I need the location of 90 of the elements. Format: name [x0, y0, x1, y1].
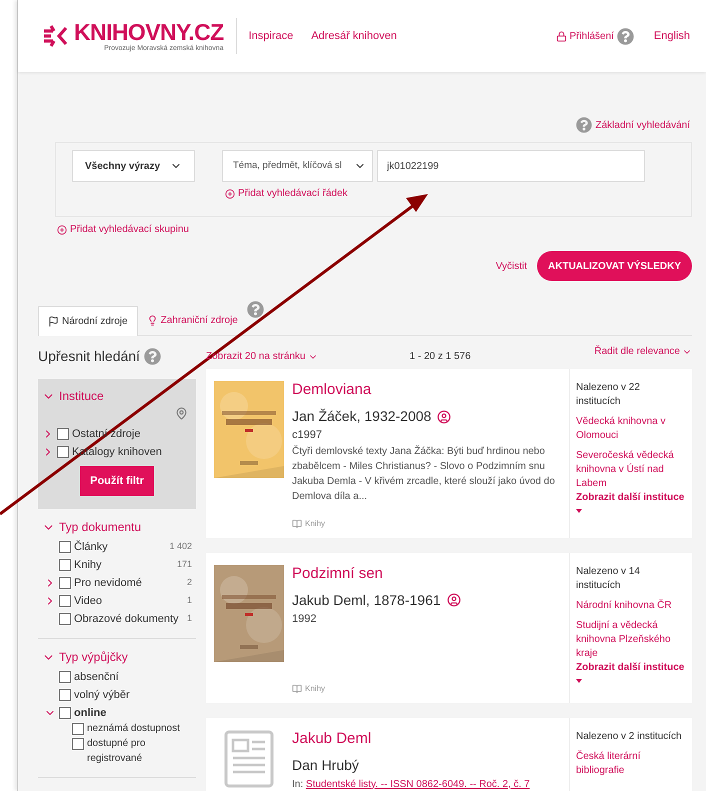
logo-icon — [42, 23, 68, 49]
facet-count: 1 — [186, 594, 192, 608]
facet-count: 1 402 — [169, 540, 192, 554]
checkbox[interactable] — [59, 541, 71, 553]
book-icon — [292, 684, 302, 694]
facet-label[interactable]: Pro nevidomé — [74, 576, 184, 590]
facet-count: 2 — [186, 576, 192, 590]
checkbox[interactable] — [59, 707, 71, 719]
facet-label[interactable]: Video — [74, 594, 184, 608]
found-in-count: Nalezeno v 14 institucích — [576, 564, 641, 592]
document-icon — [224, 730, 274, 788]
facet-title[interactable]: Typ dokumentu — [59, 518, 142, 536]
add-row-link[interactable]: Přidat vyhledávací řádek — [225, 186, 645, 201]
publication-year: c1997 — [292, 428, 323, 443]
facet-title[interactable]: Typ výpůjčky — [59, 648, 128, 666]
checkbox[interactable] — [72, 723, 84, 735]
facet-title[interactable]: Instituce — [59, 387, 104, 405]
plus-circle-icon[interactable] — [225, 188, 235, 198]
source-label: In: — [292, 778, 304, 790]
facet-label[interactable]: Články — [74, 540, 166, 554]
sort-select[interactable]: Řadit dle relevance — [594, 344, 692, 359]
language-link[interactable]: English — [654, 28, 690, 44]
checkbox[interactable] — [59, 613, 71, 625]
checkbox[interactable] — [57, 428, 69, 440]
facet-count: 1 — [186, 612, 192, 626]
facet-label[interactable]: volný výběr — [74, 688, 192, 702]
checkbox[interactable] — [72, 738, 84, 750]
institution-link[interactable]: Severočeská vědecká knihovna v Ústí nad Labem — [576, 449, 686, 491]
institution-link[interactable]: Vědecká knihovna v Olomouci — [576, 415, 686, 443]
add-group-link[interactable]: Přidat vyhledávací skupinu — [57, 222, 189, 237]
match-select[interactable]: Všechny výrazy — [72, 150, 195, 182]
publication-year: 1992 — [292, 612, 318, 626]
nav-link[interactable]: Inspirace — [248, 28, 294, 44]
description: Čtyři demlovské texty Jana Žáčka: Býti buď hrdinou nebo zbabělcem - Miles Christianus? - Slovo o Podzimním snu Jakuba Demla - V křivém zrcadle, které slouží jako úvod do Demlova díla a... — [292, 444, 556, 504]
source-link[interactable]: Studentské listy. -- ISSN 0862-6049. -- Roč. 2, č. 7 — [306, 778, 530, 790]
facet-label[interactable]: Knihy — [74, 558, 174, 572]
found-in-count: Nalezeno v 22 institucích — [576, 381, 641, 409]
result-range: 1 - 20 z 1 576 — [410, 350, 471, 364]
checkbox[interactable] — [57, 446, 69, 458]
result-title[interactable]: Podzimní sen — [292, 564, 563, 582]
source-tab[interactable]: Zahraniční zdroje — [138, 305, 247, 335]
person-icon[interactable] — [437, 410, 452, 424]
checkbox[interactable] — [59, 689, 71, 701]
flag-icon[interactable] — [48, 316, 59, 327]
lock-icon[interactable] — [556, 30, 568, 42]
search-input[interactable]: jk01022199 — [377, 150, 645, 182]
facet-label[interactable]: Obrazové dokumenty — [74, 612, 184, 626]
help-icon[interactable] — [616, 28, 634, 44]
clear-link[interactable]: Vyčistit — [496, 258, 528, 274]
update-results-button[interactable]: AKTUALIZOVAT VÝSLEDKY — [537, 251, 692, 281]
found-in-count: Nalezeno v 2 institucích — [576, 730, 683, 744]
facet-label[interactable]: neznámá dostupnost — [87, 721, 180, 736]
document-type: Knihy — [305, 682, 326, 694]
person-icon[interactable] — [446, 593, 461, 607]
refine-search-heading: Upřesnit hledání — [38, 347, 140, 366]
facet-label[interactable]: dostupné pro registrované — [87, 736, 192, 766]
nav-link[interactable]: Adresář knihoven — [311, 28, 397, 44]
institution-link[interactable]: Studijní a vědecká knihovna Plzeňského kraje — [576, 618, 686, 660]
institution-link[interactable]: Česká literární bibliografie — [576, 750, 686, 778]
help-icon[interactable] — [246, 301, 264, 318]
basic-search-link[interactable]: Základní vyhledávání — [595, 118, 690, 132]
caret-icon[interactable] — [576, 509, 582, 513]
result-title[interactable]: Demloviana — [292, 381, 563, 399]
result-title[interactable]: Jakub Deml — [292, 730, 563, 748]
facet-count: 171 — [176, 558, 192, 572]
map-pin-icon[interactable] — [175, 407, 188, 420]
facet-label[interactable]: online — [74, 706, 192, 720]
show-more-link[interactable]: Zobrazit další instituce — [576, 660, 686, 674]
facet-label[interactable]: absenční — [74, 670, 192, 684]
checkbox[interactable] — [59, 671, 71, 683]
logo-text[interactable]: KNIHOVNY.CZ — [74, 20, 224, 44]
login-link[interactable]: Přihlášení — [569, 28, 614, 44]
checkbox[interactable] — [59, 577, 71, 589]
institution-link[interactable]: Národní knihovna ČR — [576, 598, 686, 612]
document-type: Knihy — [305, 518, 326, 530]
author-name[interactable]: Jakub Deml, 1878-1961 — [292, 590, 441, 610]
plus-circle-icon[interactable] — [57, 224, 67, 234]
caret-icon[interactable] — [576, 678, 582, 682]
show-more-link[interactable]: Zobrazit další instituce — [576, 491, 686, 505]
help-icon[interactable] — [576, 117, 592, 133]
field-select[interactable]: Téma, předmět, klíčová sl — [222, 150, 373, 182]
author-name[interactable]: Jan Žáček, 1932-2008 — [292, 406, 432, 427]
checkbox[interactable] — [59, 559, 71, 571]
lightbulb-icon[interactable] — [146, 314, 158, 326]
help-icon[interactable] — [144, 348, 161, 365]
author-name[interactable]: Dan Hrubý — [292, 754, 359, 776]
checkbox[interactable] — [59, 595, 71, 607]
source-tab[interactable]: Národní zdroje — [38, 306, 138, 336]
apply-filter-button[interactable]: Použít filtr — [80, 466, 154, 496]
book-icon — [292, 518, 302, 528]
